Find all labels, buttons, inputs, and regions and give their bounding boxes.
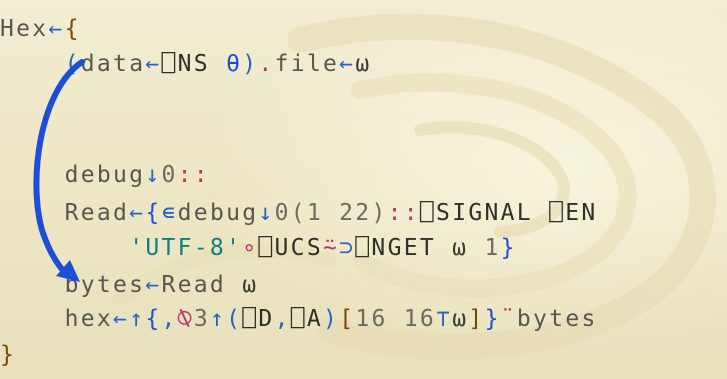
code-token: ¨ xyxy=(500,306,517,332)
code-line: Read←{∊debug↓0(1 22)::⎕SIGNAL ⎕EN xyxy=(0,198,598,228)
code-token: ⎕A xyxy=(290,306,324,332)
code-token: ↓ xyxy=(145,162,162,188)
code-token: ⎕NS xyxy=(161,51,210,77)
code-token: . xyxy=(258,51,275,77)
code-token: { xyxy=(64,16,81,42)
code-line: } xyxy=(0,340,16,370)
code-token: ⊃ xyxy=(339,235,356,261)
code-token: 3 xyxy=(193,306,210,332)
code-token: Read xyxy=(0,200,130,226)
code-token: ω xyxy=(226,272,259,298)
code-token: , xyxy=(161,306,178,332)
code-line: (data←⎕NS θ).file←ω xyxy=(0,49,371,79)
code-token: ⍉ xyxy=(177,306,194,332)
code-token: ⎕UCS xyxy=(258,235,323,261)
code-token: ← xyxy=(145,272,162,298)
code-token: bytes xyxy=(0,272,146,298)
code-token: { xyxy=(145,200,162,226)
code-slide: Hex←{ (data←⎕NS θ).file←ω debug↓0:: Read… xyxy=(0,0,727,379)
code-token: ) xyxy=(323,306,340,332)
code-token: θ xyxy=(226,51,243,77)
code-token: 'UTF-8' xyxy=(129,235,243,261)
code-token: { xyxy=(145,306,162,332)
code-token: 1 xyxy=(484,235,501,261)
code-token: ← xyxy=(129,200,146,226)
code-token: ω xyxy=(452,306,469,332)
code-line: hex←↑{,⍉3↑(⎕D,⎕A)[16 16⊤ω]}¨bytes xyxy=(0,304,598,334)
code-token: debug xyxy=(177,200,259,226)
code-token: ( xyxy=(0,51,81,77)
code-token: ] xyxy=(468,306,485,332)
code-token: :: xyxy=(177,162,210,188)
code-token: ⎕D xyxy=(242,306,275,332)
code-token: 0 xyxy=(161,162,178,188)
code-token: ⎕SIGNAL ⎕EN xyxy=(419,200,598,226)
code-token: ⍨ xyxy=(322,235,340,261)
code-token: Read xyxy=(161,272,227,298)
code-token: } xyxy=(0,342,17,368)
code-token: ↓ xyxy=(258,200,275,226)
code-token: (1 22) xyxy=(290,200,388,226)
code-token: data xyxy=(80,51,146,77)
code-token: ⎕NGET xyxy=(355,235,437,261)
code-line: 'UTF-8'∘⎕UCS⍨⊃⎕NGET ω 1} xyxy=(0,233,517,263)
code-token: ↑ xyxy=(209,306,227,332)
code-token: ω xyxy=(436,235,485,261)
code-token: 16 16 xyxy=(355,306,437,332)
code-token: ( xyxy=(226,306,243,332)
code-token: ← xyxy=(145,51,162,77)
code-token: [ xyxy=(339,306,356,332)
code-token: file xyxy=(274,51,340,77)
code-token: ← xyxy=(113,306,130,332)
code-token: Hex xyxy=(0,16,49,42)
code-token: } xyxy=(484,306,501,332)
code-token: bytes xyxy=(516,306,598,332)
code-line: Hex←{ xyxy=(0,14,81,44)
code-token: hex xyxy=(0,306,114,332)
code-token: debug xyxy=(0,162,146,188)
code-token: , xyxy=(274,306,291,332)
code-token: ⊤ xyxy=(436,306,453,332)
code-token: ← xyxy=(339,51,356,77)
code-line: debug↓0:: xyxy=(0,160,210,190)
code-token: ) xyxy=(242,51,259,77)
code-token: ∊ xyxy=(161,200,178,226)
code-token: ← xyxy=(48,16,65,42)
code-token: :: xyxy=(387,200,420,226)
code-token: ∘ xyxy=(242,235,259,261)
code-line: bytes←Read ω xyxy=(0,270,258,300)
code-token: ↑ xyxy=(129,306,146,332)
code-token: } xyxy=(500,235,517,261)
code-token: 0 xyxy=(274,200,291,226)
code-token: ω xyxy=(355,51,372,77)
